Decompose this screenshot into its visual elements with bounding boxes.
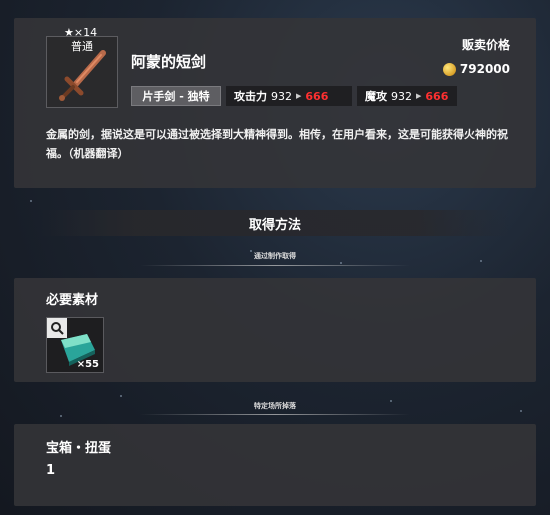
sell-price: 792000	[442, 62, 510, 76]
divider	[140, 265, 410, 266]
magic-base-value: 932	[391, 89, 412, 103]
attack-label: 攻击力	[234, 90, 267, 103]
item-detail-card: ★×14 普通 阿蒙的短剑 贩卖价格 792000 片手剑 - 独特 攻击力 9…	[14, 18, 536, 188]
attack-base-value: 932	[271, 89, 292, 103]
rarity-label: 普通	[71, 40, 93, 53]
arrow-right-icon: ▶	[416, 92, 422, 100]
drop-heading: 特定场所掉落	[254, 402, 296, 410]
weapon-type-tag: 片手剑 - 独特	[131, 86, 221, 106]
item-description: 金属的剑，据说这是可以通过被选择到大精神得到。相传，在用户看来，这是可能获得火神…	[46, 128, 508, 160]
drop-location-panel: 宝箱・扭蛋 1	[14, 424, 536, 506]
material-slot[interactable]: ×55	[46, 317, 104, 373]
sell-price-value: 792000	[459, 62, 510, 76]
craft-heading: 通过制作取得	[254, 252, 296, 260]
materials-panel: 必要素材 ×55	[14, 278, 536, 382]
gold-coin-icon	[442, 62, 456, 76]
sell-price-label: 贩卖价格	[461, 38, 510, 52]
magic-boosted-value: 666	[425, 89, 449, 103]
magic-attack-stat: 魔攻 932 ▶ 666	[357, 86, 457, 106]
arrow-right-icon: ▶	[296, 92, 302, 100]
divider	[140, 414, 410, 415]
attack-boosted-value: 666	[305, 89, 329, 103]
drop-location-title: 宝箱・扭蛋	[46, 441, 112, 456]
acquire-method-title: 取得方法	[40, 210, 510, 236]
drop-location-value: 1	[46, 463, 56, 478]
magnifier-icon[interactable]	[47, 318, 67, 338]
sword-icon	[59, 50, 106, 101]
material-quantity: ×55	[76, 359, 99, 370]
item-name: 阿蒙的短剑	[131, 53, 207, 71]
magic-label: 魔攻	[365, 90, 387, 103]
attack-stat: 攻击力 932 ▶ 666	[226, 86, 352, 106]
materials-title: 必要素材	[46, 293, 99, 308]
